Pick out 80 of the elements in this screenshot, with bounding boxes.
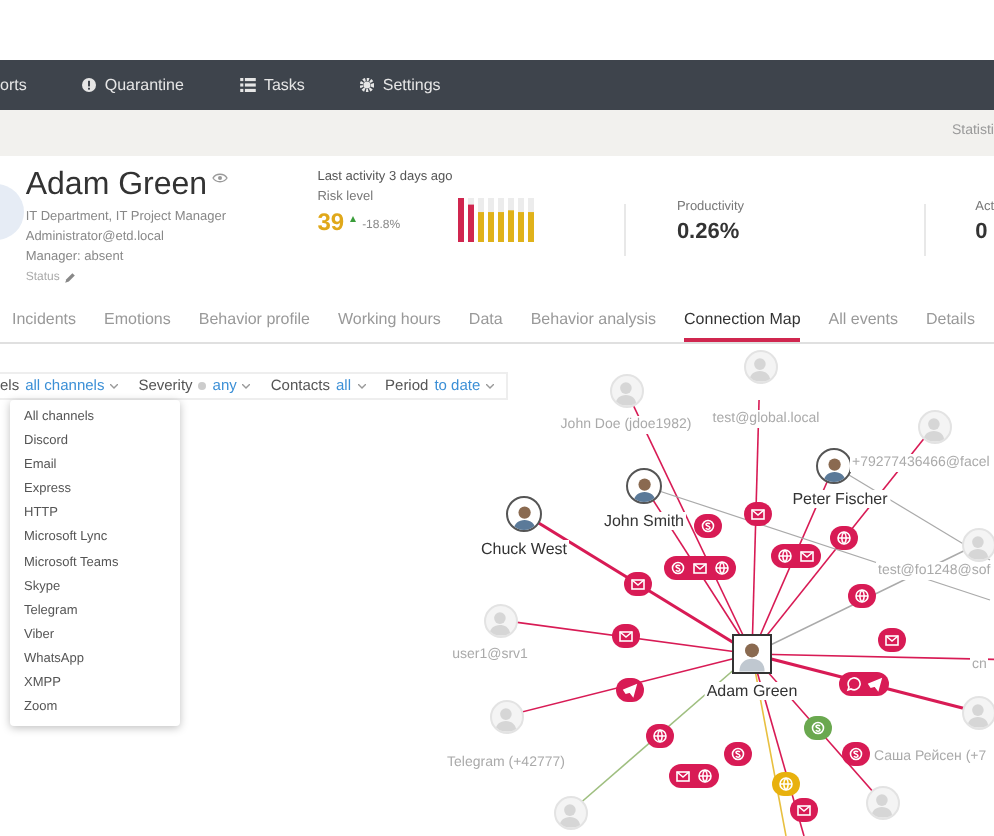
envelope-icon	[750, 506, 766, 522]
productivity-value: 0.26%	[676, 218, 742, 246]
chat-icon	[848, 746, 864, 762]
profile-name: Adam Green	[25, 168, 208, 204]
envelope-icon	[799, 548, 815, 564]
nav-link[interactable]: orts	[0, 73, 27, 97]
envelope-icon	[796, 802, 812, 818]
settings-icon	[360, 78, 375, 92]
chevron-down-icon	[110, 383, 119, 389]
channel-badge[interactable]	[839, 672, 889, 696]
person-silhouette-icon	[922, 415, 946, 441]
eye-icon[interactable]	[211, 172, 228, 184]
person-silhouette-icon	[966, 701, 990, 727]
avatar[interactable]	[506, 496, 542, 532]
globe-icon	[714, 560, 730, 576]
person-silhouette-icon	[738, 640, 766, 672]
channel-badge[interactable]	[790, 798, 818, 822]
alert-circle-icon	[82, 78, 97, 92]
envelope-icon	[884, 632, 900, 648]
chat-icon	[810, 720, 826, 736]
contact-name[interactable]: John Smith	[601, 512, 687, 530]
globe-icon	[778, 776, 794, 792]
globe-icon	[777, 548, 793, 564]
contact-name[interactable]: Chuck West	[479, 540, 569, 558]
channel-badge[interactable]	[804, 716, 832, 740]
pencil-icon[interactable]	[63, 272, 76, 284]
center-contact-name[interactable]: Adam Green	[704, 682, 800, 700]
envelope-icon	[618, 628, 634, 644]
person-silhouette-icon	[821, 455, 847, 482]
channel-badge[interactable]	[842, 742, 870, 766]
person-silhouette-icon	[494, 705, 518, 731]
channel-badge[interactable]	[616, 678, 644, 702]
nav-link[interactable]: Quarantine	[82, 73, 184, 97]
person-silhouette-icon	[870, 791, 894, 817]
nav-link[interactable]: Tasks	[239, 73, 305, 97]
envelope-icon	[692, 560, 708, 576]
channel-badge[interactable]	[848, 584, 876, 608]
person-silhouette-icon	[614, 379, 638, 405]
paper-plane-icon	[867, 676, 883, 692]
chevron-down-icon	[486, 383, 495, 389]
channel-badge[interactable]	[878, 628, 906, 652]
activity-value: 0	[975, 218, 990, 246]
risk-history-bars-drawing	[457, 198, 538, 242]
nav-link[interactable]: Settings	[360, 73, 441, 97]
paper-plane-icon	[622, 682, 638, 698]
globe-icon	[652, 728, 668, 744]
channel-badge[interactable]	[694, 514, 722, 538]
channel-badge[interactable]	[830, 526, 858, 550]
channel-badge[interactable]	[624, 572, 652, 596]
center-avatar[interactable]	[732, 634, 772, 674]
chat-icon	[670, 560, 686, 576]
person-silhouette-icon	[631, 475, 657, 502]
envelope-icon	[675, 768, 691, 784]
risk-level-value: 39	[317, 208, 345, 236]
globe-icon	[836, 530, 852, 546]
channel-badge[interactable]	[669, 764, 719, 788]
tab[interactable]: Connection Map	[684, 300, 801, 342]
chevron-down-icon	[357, 383, 366, 389]
avatar[interactable]	[626, 468, 662, 504]
person-silhouette-icon	[748, 355, 772, 381]
channel-badge[interactable]	[646, 724, 674, 748]
trend-arrow-icon	[350, 216, 357, 222]
chat-icon	[730, 746, 746, 762]
chat-icon	[700, 518, 716, 534]
channel-badge[interactable]	[664, 556, 736, 580]
avatar[interactable]	[816, 448, 852, 484]
person-silhouette-icon	[511, 503, 537, 530]
globe-icon	[697, 768, 713, 784]
contact-name[interactable]: Peter Fischer	[790, 490, 890, 508]
person-silhouette-icon	[966, 533, 990, 559]
person-silhouette-icon	[488, 609, 512, 635]
channel-badge[interactable]	[724, 742, 752, 766]
chevron-down-icon	[242, 383, 251, 389]
list-icon	[239, 78, 256, 92]
globe-icon	[854, 588, 870, 604]
channel-badge[interactable]	[744, 502, 772, 526]
person-silhouette-icon	[558, 801, 582, 827]
channel-badge[interactable]	[612, 624, 640, 648]
channel-badge[interactable]	[771, 544, 821, 568]
envelope-icon	[630, 576, 646, 592]
